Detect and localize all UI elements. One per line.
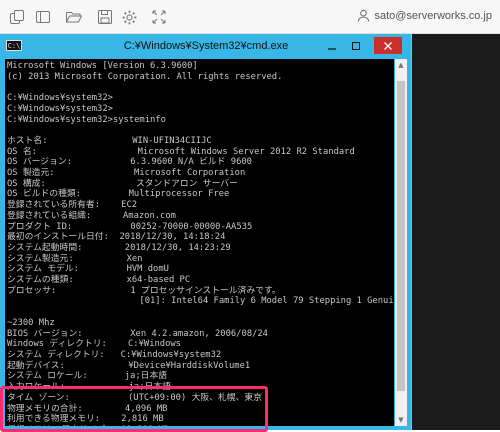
user-icon — [358, 9, 370, 22]
minimize-button[interactable] — [322, 37, 342, 54]
console-line: ~2300 Mhz — [7, 317, 55, 328]
fullscreen-icon[interactable] — [148, 6, 170, 28]
console-line: OS 製造元: Microsoft Corporation — [7, 168, 246, 179]
user-email: sato@serverworks.co.jp — [374, 9, 492, 22]
console-line: OS 名: Microsoft Windows Server 2012 R2 S… — [7, 146, 355, 157]
console-output[interactable]: Microsoft Windows [Version 6.3.9600] (c) … — [5, 59, 394, 426]
console-line: システムの種類: x64-based PC — [7, 275, 191, 286]
console-line: プロダクト ID: 00252-70000-00000-AA535 — [7, 221, 253, 232]
close-button[interactable] — [374, 37, 402, 54]
console-line: Windows ディレクトリ: C:¥Windows — [7, 339, 181, 350]
maximize-button[interactable] — [346, 37, 366, 54]
folder-open-icon[interactable] — [63, 6, 85, 28]
maximize-icon — [352, 41, 360, 50]
settings-icon[interactable] — [118, 6, 140, 28]
console-line: BIOS バージョン: Xen 4.2.amazon, 2006/08/24 — [7, 328, 268, 339]
window-titlebar[interactable]: C:\ C:¥Windows¥System32¥cmd.exe — [0, 34, 412, 58]
console-line: OS バージョン: 6.3.9600 N/A ビルド 9600 — [7, 157, 252, 168]
scroll-down-icon[interactable]: ▼ — [395, 414, 407, 426]
locale-highlight-box — [0, 386, 268, 432]
console-line: OS ビルドの種類: Multiprocessor Free — [7, 189, 230, 200]
console-line: Microsoft Windows [Version 6.3.9600] — [7, 61, 198, 71]
desktop-background — [412, 34, 500, 430]
save-icon[interactable] — [94, 6, 116, 28]
console-line: 最初のインストール日付: 2018/12/30, 14:18:24 — [7, 232, 226, 243]
console-line: システム モデル: HVM domU — [7, 264, 169, 275]
console-line: システム起動時間: 2018/12/30, 14:23:29 — [7, 242, 231, 253]
copy-icon[interactable] — [6, 6, 28, 28]
console-line: システム ディレクトリ: C:¥Windows¥system32 — [7, 349, 222, 360]
console-text: Microsoft Windows [Version 6.3.9600] (c) … — [5, 59, 394, 426]
console-line: C:¥Windows¥system32> — [7, 93, 113, 104]
console-line: C:¥Windows¥system32>systeminfo — [7, 114, 166, 125]
close-icon — [384, 41, 392, 50]
window-icon[interactable] — [32, 6, 54, 28]
console-line: システム ロケール: ja;日本語 — [7, 371, 168, 382]
console-line: [01]: Intel64 Family 6 Model 79 Stepping… — [7, 296, 394, 307]
console-line: プロセッサ: 1 プロセッサインストール済みです。 — [7, 285, 281, 296]
scroll-up-icon[interactable]: ▲ — [395, 59, 407, 71]
console-line: 登録されている所有者: EC2 — [7, 200, 138, 211]
console-line: (c) 2013 Microsoft Corporation. All righ… — [7, 71, 283, 82]
console-line: 登録されている組織: Amazon.com — [7, 210, 176, 221]
cmd-window: C:\ C:¥Windows¥System32¥cmd.exe Microsof… — [0, 34, 412, 432]
app-toolbar: sato@serverworks.co.jp — [0, 0, 500, 34]
console-line: C:¥Windows¥system32> — [7, 103, 113, 114]
user-account[interactable]: sato@serverworks.co.jp — [357, 9, 492, 22]
minimize-icon — [328, 47, 336, 50]
vertical-scrollbar[interactable]: ▲ ▼ — [395, 59, 407, 426]
console-line: 起動デバイス: ¥Device¥HarddiskVolume1 — [7, 360, 251, 371]
console-line: システム製造元: Xen — [7, 253, 143, 264]
console-line: ホスト名: WIN-UFIN34CIIJC — [7, 135, 212, 146]
console-line: OS 構成: スタンドアロン サーバー — [7, 178, 238, 189]
scroll-thumb[interactable] — [397, 81, 405, 391]
